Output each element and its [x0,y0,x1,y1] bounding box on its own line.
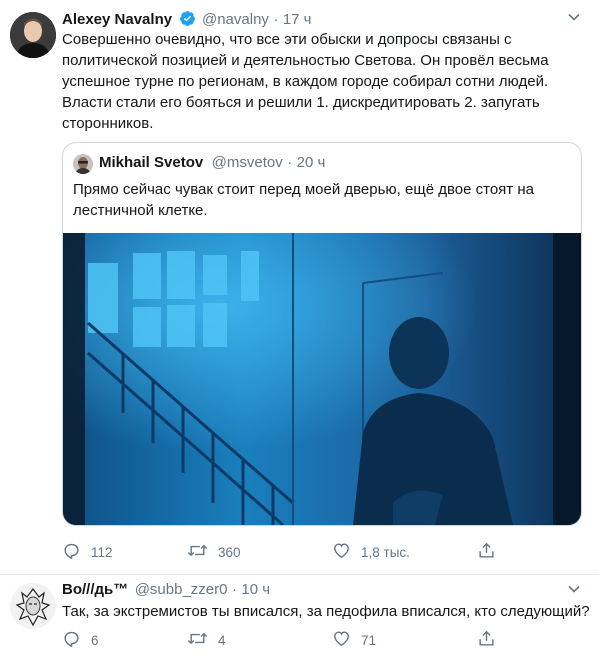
retweet-icon [187,541,218,563]
retweet-count: 4 [218,632,226,648]
reply-icon [62,541,91,563]
quoted-author-name[interactable]: Mikhail Svetov [99,154,203,171]
reply-button[interactable]: 112 [62,541,187,563]
quoted-tweet-text: Прямо сейчас чувак стоит перед моей двер… [73,179,573,221]
reply-author-handle[interactable]: @subb_zzer0 [135,581,228,598]
tweet-text-line: Власти стали его бояться и решили 1. дис… [62,94,540,111]
reply-actions: 6 4 71 [62,629,532,651]
tweet-text-line: Совершенно очевидно, что все эти обыски … [62,31,512,48]
retweet-button[interactable]: 360 [187,541,332,563]
separator: · [273,11,279,28]
retweet-count: 360 [218,544,241,560]
caret-down-icon[interactable] [567,10,581,29]
share-button[interactable] [477,541,506,563]
share-icon [477,629,506,651]
reply-tweet-time[interactable]: 10 ч [241,581,270,598]
reply-avatar[interactable] [10,583,56,629]
tweet-text: Совершенно очевидно, что все эти обыски … [62,29,587,134]
like-count: 1,8 тыс. [361,544,410,560]
tweet-actions: 112 360 1,8 тыс. [62,541,532,563]
reply-tweet-text: Так, за экстремистов ты вписался, за пед… [62,603,590,620]
reply-count: 112 [91,544,113,560]
quoted-avatar[interactable] [73,154,93,174]
caret-down-icon[interactable] [567,582,581,601]
main-tweet[interactable]: Alexey Navalny @navalny · 17 ч Совершенн… [0,0,599,574]
quoted-tweet[interactable]: Mikhail Svetov @msvetov · 20 ч Прямо сей… [62,142,582,526]
reply-button[interactable]: 6 [62,629,187,651]
reply-tweet[interactable]: Bo///дь™ @subb_zzer0 · 10 ч Так, за экст… [0,575,599,658]
like-count: 71 [361,632,377,648]
author-handle[interactable]: @navalny [202,11,269,28]
separator: · [287,154,293,171]
separator: · [231,581,237,598]
like-icon [332,629,361,651]
share-button[interactable] [477,629,506,651]
share-icon [477,541,506,563]
tweet-text-line: политической позицией и деятельностью Св… [62,52,549,69]
quoted-media-image[interactable] [63,233,581,525]
quoted-tweet-time[interactable]: 20 ч [297,154,326,171]
tweet-text-line: сторонников. [62,115,154,132]
retweet-button[interactable]: 4 [187,629,332,651]
reply-count: 6 [91,632,99,648]
like-icon [332,541,361,563]
like-button[interactable]: 71 [332,629,477,651]
avatar[interactable] [10,12,56,58]
like-button[interactable]: 1,8 тыс. [332,541,477,563]
tweet-time[interactable]: 17 ч [283,11,312,28]
tweet-text-line: успешное турне по регионам, в каждом гор… [62,73,549,90]
quoted-author-handle[interactable]: @msvetov [212,154,283,171]
reply-author-name[interactable]: Bo///дь™ [62,581,128,598]
quoted-text-line: Прямо сейчас чувак стоит перед моей двер… [73,181,534,198]
quoted-text-line: лестничной клетке. [73,202,208,219]
reply-icon [62,629,91,651]
author-name[interactable]: Alexey Navalny [62,11,172,28]
retweet-icon [187,629,218,651]
